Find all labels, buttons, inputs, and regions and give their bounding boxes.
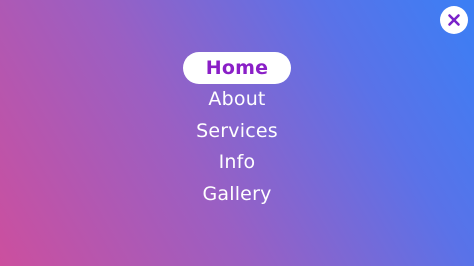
- menu-overlay: Home About Services Info Gallery: [0, 0, 474, 266]
- menu-item-services[interactable]: Services: [196, 115, 278, 147]
- menu-item-info[interactable]: Info: [219, 147, 256, 179]
- close-button[interactable]: [440, 6, 468, 34]
- nav-menu: Home About Services Info Gallery: [0, 52, 474, 210]
- close-icon: [448, 14, 460, 26]
- menu-item-gallery[interactable]: Gallery: [202, 178, 271, 210]
- menu-item-home[interactable]: Home: [183, 52, 291, 84]
- menu-item-about[interactable]: About: [208, 84, 265, 116]
